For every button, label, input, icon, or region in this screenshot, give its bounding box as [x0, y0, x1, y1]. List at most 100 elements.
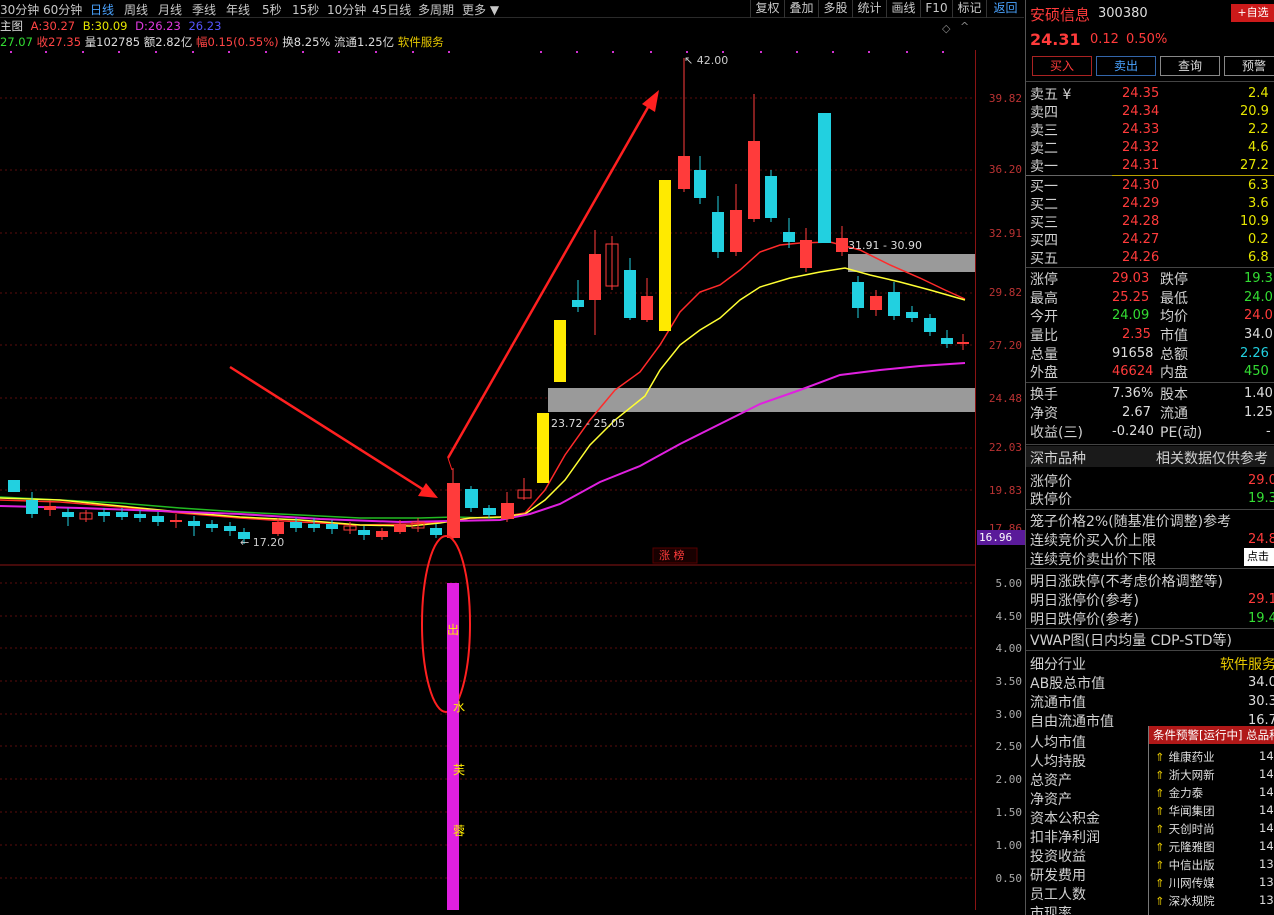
- alert-item[interactable]: ⇑华闻集团14:: [1149, 803, 1274, 821]
- ytick: 22.03: [988, 441, 1022, 454]
- ytick: 32.91: [988, 227, 1022, 240]
- bid-1-label: 买一: [1030, 179, 1058, 195]
- condition-alert-popup[interactable]: 条件预警[运行中] 总品种 ⇑维康药业14: ⇑浙大网新14: ⇑金力泰14: …: [1148, 726, 1274, 915]
- alert-button[interactable]: 预警: [1224, 56, 1274, 76]
- alert-item[interactable]: ⇑浙大网新14:: [1149, 767, 1274, 785]
- back-button[interactable]: 返回: [986, 0, 1024, 18]
- resistance-zone-label: 31.91 - 30.90: [848, 239, 922, 252]
- alert-item[interactable]: ⇑深水规院13:: [1149, 893, 1274, 911]
- kline-chart[interactable]: ↖ 42.00 ← 17.20 31.91 - 30.90 23.72 - 25…: [0, 0, 975, 915]
- stat-label: 内盘: [1160, 365, 1188, 381]
- last-price-tag: 16.96: [977, 530, 1025, 545]
- stat-value: 2.35: [1122, 327, 1151, 342]
- stat-value: -: [1266, 424, 1271, 439]
- ytick: 24.48: [988, 392, 1022, 405]
- support-zone-label: 23.72 - 25.05: [551, 417, 625, 430]
- ytick-sub: 0.50: [995, 872, 1023, 885]
- bid-4-volume: 0.2: [1248, 232, 1269, 247]
- current-price: 24.31: [1030, 30, 1081, 49]
- up-arrow-icon: ⇑: [1155, 894, 1165, 908]
- add-watchlist-button[interactable]: +自选: [1231, 4, 1274, 22]
- buy-button[interactable]: 买入: [1032, 56, 1092, 76]
- bid-2-volume: 3.6: [1248, 196, 1269, 211]
- stat-label: 净资: [1030, 406, 1058, 422]
- next-limit-up-label: 明日涨停价(参考): [1030, 593, 1139, 609]
- limit-up-value: 29.0: [1248, 473, 1274, 488]
- ytick-sub: 3.00: [995, 708, 1023, 721]
- ask-5-label: 卖五 ¥: [1030, 87, 1072, 103]
- metric-label: 总资产: [1030, 773, 1072, 789]
- float-cap-label: 流通市值: [1030, 695, 1086, 711]
- ask-2-volume: 4.6: [1248, 140, 1269, 155]
- resistance-zone: [848, 254, 975, 272]
- bid-2-price: 24.29: [1122, 196, 1160, 211]
- market-type-label: 深市品种: [1030, 451, 1086, 467]
- stat-value: -0.240: [1112, 424, 1154, 439]
- ask-2-label: 卖二: [1030, 141, 1058, 157]
- stat-label: 市值: [1160, 328, 1188, 344]
- alert-item[interactable]: ⇑维康药业14:: [1149, 749, 1274, 767]
- stat-label: 今开: [1030, 309, 1058, 325]
- stat-label: 跌停: [1160, 272, 1188, 288]
- sell-button[interactable]: 卖出: [1096, 56, 1156, 76]
- ask-5-price: 24.35: [1122, 86, 1160, 101]
- metric-label: 投资收益: [1030, 849, 1086, 865]
- ab-cap-label: AB股总市值: [1030, 676, 1106, 692]
- click-query-button[interactable]: 点击: [1244, 548, 1274, 566]
- signal-char-1: 出: [447, 623, 459, 637]
- up-arrow-icon: ⇑: [1155, 804, 1165, 818]
- alert-item[interactable]: ⇑天创时尚14:: [1149, 821, 1274, 839]
- stat-value: 34.0: [1244, 327, 1273, 342]
- metric-label: 研发费用: [1030, 868, 1086, 884]
- alert-item[interactable]: ⇑元隆雅图14:: [1149, 839, 1274, 857]
- industry-value: 软件服务: [1220, 657, 1274, 673]
- alert-item[interactable]: ⇑金力泰14:: [1149, 785, 1274, 803]
- ytick: 36.20: [988, 163, 1022, 176]
- ytick: 27.20: [988, 339, 1022, 352]
- currency-icon: ¥: [1062, 87, 1072, 103]
- stat-value: 2.67: [1122, 405, 1151, 420]
- ytick-sub: 2.50: [995, 740, 1023, 753]
- metric-label: 人均持股: [1030, 754, 1086, 770]
- metric-label: 员工人数: [1030, 887, 1086, 903]
- up-arrow-icon: ⇑: [1155, 876, 1165, 890]
- rank-badge[interactable]: 涨 榜: [659, 548, 685, 562]
- stat-value: 91658: [1112, 346, 1154, 361]
- stat-value: 24.0: [1244, 308, 1273, 323]
- cage-price-label: 笼子价格2%(随基准价调整)参考: [1030, 514, 1232, 530]
- stat-value: 24.0: [1244, 290, 1273, 305]
- auction-buy-label: 连续竞价买入价上限: [1030, 533, 1156, 549]
- ask-5-volume: 2.4: [1248, 86, 1269, 101]
- stat-value: 7.36%: [1112, 386, 1154, 401]
- ytick-sub: 4.00: [995, 642, 1023, 655]
- stat-label: PE(动): [1160, 425, 1203, 441]
- stat-label: 收益(三): [1030, 425, 1083, 441]
- stat-value: 450: [1244, 364, 1269, 379]
- ask-4-volume: 20.9: [1240, 104, 1269, 119]
- alert-header[interactable]: 条件预警[运行中] 总品种: [1149, 726, 1274, 744]
- ma-red-line: [0, 241, 966, 526]
- signal-dots: [10, 51, 944, 53]
- quote-panel: 安硕信息 300380 +自选 24.31 0.12 0.50% 买入 卖出 查…: [1025, 0, 1274, 915]
- stat-value: 19.3: [1244, 271, 1273, 286]
- limit-down-value: 19.3: [1248, 491, 1274, 506]
- high-marker: ↖ 42.00: [684, 54, 728, 67]
- low-marker: ← 17.20: [240, 536, 284, 549]
- up-arrow-icon: ⇑: [1155, 822, 1165, 836]
- signal-char-3: 芙: [453, 763, 465, 777]
- signal-char-4: 蓉: [453, 824, 465, 838]
- stat-label: 最低: [1160, 291, 1188, 307]
- bid-4-label: 买四: [1030, 233, 1058, 249]
- ask-4-price: 24.34: [1122, 104, 1160, 119]
- vwap-link[interactable]: VWAP图(日内均量 CDP-STD等): [1030, 630, 1232, 649]
- stat-label: 换手: [1030, 387, 1058, 403]
- price-change-pct: 0.50%: [1126, 32, 1168, 47]
- alert-item[interactable]: ⇑川网传媒13:: [1149, 875, 1274, 893]
- bid-3-volume: 10.9: [1240, 214, 1269, 229]
- ask-1-label: 卖一: [1030, 159, 1058, 175]
- stat-value: 46624: [1112, 364, 1154, 379]
- ask-3-label: 卖三: [1030, 123, 1058, 139]
- query-button[interactable]: 查询: [1160, 56, 1220, 76]
- alert-item[interactable]: ⇑中信出版13:: [1149, 857, 1274, 875]
- ytick-sub: 5.00: [995, 577, 1023, 590]
